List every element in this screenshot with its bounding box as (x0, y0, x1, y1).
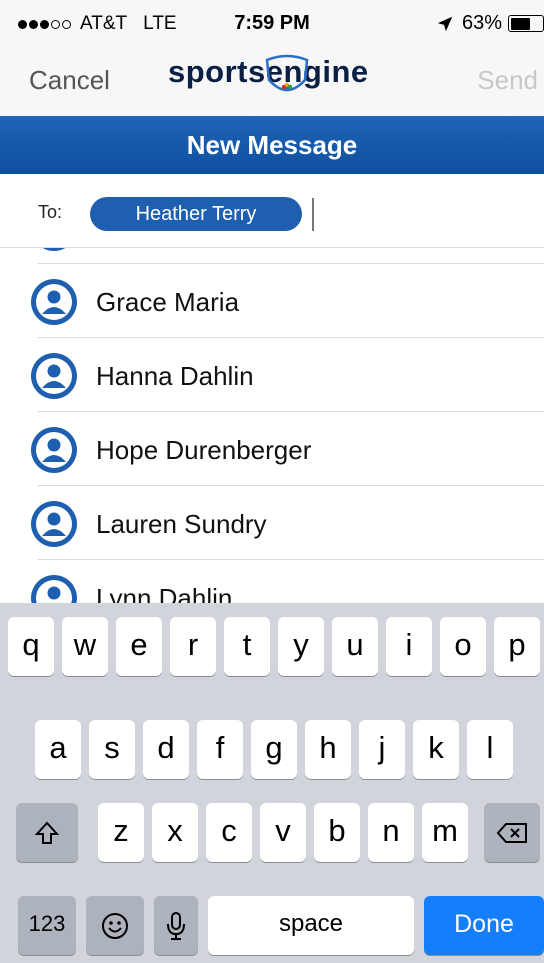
person-avatar-icon (31, 427, 77, 473)
person-avatar-icon (31, 575, 77, 603)
key-j[interactable]: j (359, 720, 405, 779)
emoji-key[interactable] (86, 896, 144, 955)
numbers-key[interactable]: 123 (18, 896, 76, 955)
navigation-bar: Cancel sport se ngine Send (0, 40, 544, 116)
contact-row[interactable]: Hanna Dahlin (0, 338, 544, 412)
key-f[interactable]: f (197, 720, 243, 779)
send-button[interactable]: Send (477, 65, 538, 96)
status-bar: AT&T LTE 7:59 PM 63% (0, 0, 544, 40)
space-key[interactable]: space (208, 896, 414, 955)
key-x[interactable]: x (152, 803, 198, 862)
backspace-key[interactable] (484, 803, 540, 862)
contact-name: Hope Durenberger (96, 435, 312, 465)
location-arrow-icon (437, 16, 453, 31)
contact-row[interactable]: Ella Wolff (0, 248, 544, 264)
contact-name: Lynn Dahlin (96, 583, 233, 603)
key-u[interactable]: u (332, 617, 378, 676)
person-avatar-icon (31, 248, 77, 251)
key-o[interactable]: o (440, 617, 486, 676)
key-y[interactable]: y (278, 617, 324, 676)
person-avatar-icon (31, 279, 77, 325)
microphone-icon (167, 911, 185, 940)
contact-name: Hanna Dahlin (96, 361, 254, 391)
key-t[interactable]: t (224, 617, 270, 676)
contact-name: Lauren Sundry (96, 509, 267, 539)
shift-key[interactable] (16, 803, 78, 862)
contact-name: Grace Maria (96, 287, 240, 317)
to-label: To: (38, 202, 63, 222)
contact-row[interactable]: Hope Durenberger (0, 412, 544, 486)
battery-percent: 63% (461, 12, 502, 34)
key-z[interactable]: z (98, 803, 144, 862)
key-h[interactable]: h (305, 720, 351, 779)
key-s[interactable]: s (89, 720, 135, 779)
page-title: New Message (0, 116, 544, 174)
key-w[interactable]: w (62, 617, 108, 676)
person-avatar-icon (31, 353, 77, 399)
key-e[interactable]: e (116, 617, 162, 676)
contact-row[interactable]: Lauren Sundry (0, 486, 544, 560)
key-l[interactable]: l (467, 720, 513, 779)
key-d[interactable]: d (143, 720, 189, 779)
contact-row[interactable]: Grace Maria (0, 264, 544, 338)
done-key[interactable]: Done (424, 896, 544, 955)
shift-icon (34, 821, 60, 844)
recipient-chip[interactable]: Heather Terry (90, 197, 302, 231)
key-n[interactable]: n (368, 803, 414, 862)
nbc-shield-icon (265, 54, 309, 92)
key-i[interactable]: i (386, 617, 432, 676)
backspace-icon (496, 822, 527, 843)
key-v[interactable]: v (260, 803, 306, 862)
logo-text-left: sport (168, 54, 248, 89)
battery-icon (508, 15, 544, 32)
key-m[interactable]: m (422, 803, 468, 862)
cancel-button[interactable]: Cancel (29, 65, 110, 96)
key-k[interactable]: k (413, 720, 459, 779)
emoji-icon (102, 912, 128, 939)
person-avatar-icon (31, 501, 77, 547)
key-g[interactable]: g (251, 720, 297, 779)
key-q[interactable]: q (8, 617, 54, 676)
keyboard: q w e r t y u i o p a s d f g h j k l z x c v b n m 123 space Done (0, 603, 544, 963)
key-a[interactable]: a (35, 720, 81, 779)
dictation-key[interactable] (154, 896, 198, 955)
text-cursor (312, 198, 314, 231)
key-c[interactable]: c (206, 803, 252, 862)
contact-row[interactable]: Lynn Dahlin (0, 560, 544, 603)
key-p[interactable]: p (494, 617, 540, 676)
status-right: 63% (436, 12, 544, 35)
key-r[interactable]: r (170, 617, 216, 676)
key-b[interactable]: b (314, 803, 360, 862)
recipient-field[interactable]: To: Heather Terry (0, 174, 544, 248)
contact-list[interactable]: Ella Wolff Grace Maria Hanna Dahlin Hope Du… (0, 248, 544, 603)
